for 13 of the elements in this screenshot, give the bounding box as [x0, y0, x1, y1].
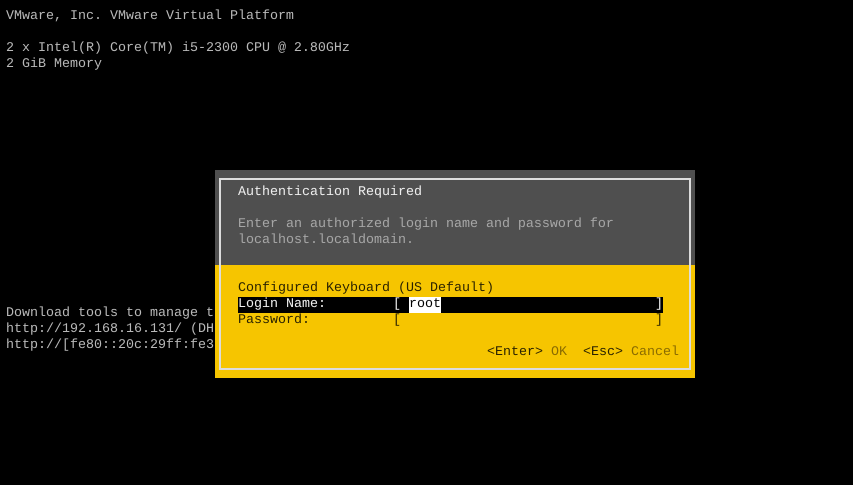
- hardware-info-line: 2 GiB Memory: [6, 57, 102, 73]
- keyboard-label: Configured Keyboard (US Default): [238, 281, 494, 297]
- dialog-button[interactable]: <Enter> OK: [487, 345, 567, 361]
- management-info-line: http://192.168.16.131/ (DH: [6, 322, 214, 338]
- platform-line: VMware, Inc. VMware Virtual Platform: [6, 9, 294, 25]
- dialog-button[interactable]: <Esc> Cancel: [583, 345, 679, 361]
- login-field[interactable]: Password: [ ]: [238, 313, 663, 329]
- dialog-description: Enter an authorized login name and password for localhost.localdomain.: [238, 217, 615, 249]
- management-info-line: http://[fe80::20c:29ff:fe3: [6, 338, 214, 354]
- management-info-line: Download tools to manage t: [6, 306, 214, 322]
- dialog-title: Authentication Required: [238, 185, 422, 201]
- hardware-info-line: 2 x Intel(R) Core(TM) i5-2300 CPU @ 2.80GHz: [6, 41, 350, 57]
- login-field[interactable]: Login Name: [ root ]: [238, 297, 663, 313]
